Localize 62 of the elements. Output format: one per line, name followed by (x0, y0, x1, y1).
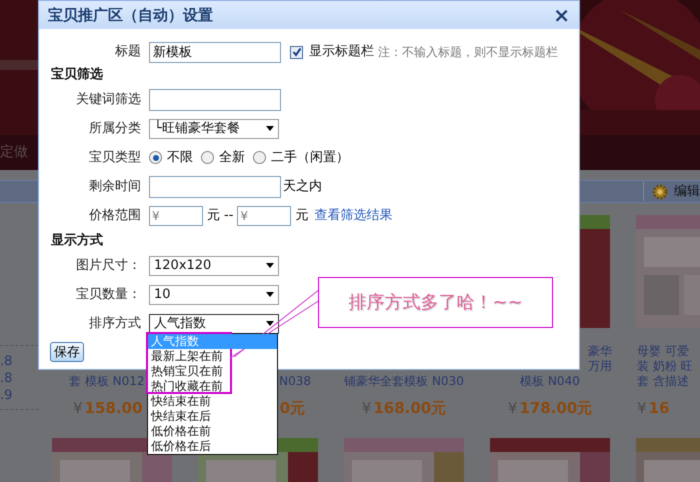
product-price: 0元 (280, 399, 305, 417)
dropdown-option[interactable]: 低价格在前 (148, 424, 277, 439)
caret-icon (266, 126, 274, 131)
currency-symbol: ¥ (637, 399, 647, 417)
dialog-title: 宝贝推广区（自动）设置 (48, 4, 213, 26)
dropdown-select[interactable]: 人气指数 (149, 314, 279, 334)
field-label: 标题 (114, 43, 141, 62)
max-price-field[interactable]: ¥ (237, 206, 292, 226)
product-price: 168.00元 (373, 399, 446, 417)
field-label: 宝贝数量： (75, 286, 141, 304)
product-price: 158.00 (84, 399, 142, 417)
currency-symbol: ¥ (73, 399, 83, 417)
product-price: 16 (648, 399, 670, 417)
caret-icon (266, 263, 274, 268)
currency-symbol: ¥ (508, 399, 518, 417)
dropdown-select[interactable]: 10 (149, 284, 279, 304)
dropdown-option[interactable]: 最新上架在前 (148, 349, 277, 364)
field-label: 关键词筛选 (75, 90, 141, 109)
suffix-text: 天之内 (283, 178, 322, 196)
callout-text: 排序方式多了哈！~~ (348, 291, 523, 315)
dropdown-select[interactable]: └旺铺豪华套餐 (149, 118, 279, 138)
rating-text: .8 (0, 353, 14, 370)
section-heading: 显示方式 (50, 232, 104, 250)
title-input[interactable]: 新模板 (149, 42, 281, 62)
radio-option[interactable]: 二手（闲置） (253, 148, 349, 168)
dropdown-option[interactable]: 快结束在前 (148, 394, 277, 409)
dropdown-option[interactable]: 热销宝贝在前 (148, 364, 277, 379)
dropdown-option[interactable]: 低价格在后 (148, 439, 277, 454)
radio-option[interactable]: 不限 (149, 148, 193, 168)
section-heading: 宝贝筛选 (50, 66, 104, 84)
checkbox[interactable] (290, 46, 303, 58)
field-label: 排序方式 (88, 314, 141, 333)
caret-icon (266, 321, 274, 326)
field-label: 所属分类 (88, 120, 141, 138)
field-label: 剩余时间 (88, 178, 141, 196)
caret-icon (266, 292, 274, 297)
range-separator: -- (224, 206, 234, 225)
product-price: 178.00元 (519, 399, 592, 417)
close-button[interactable]: × (553, 5, 570, 25)
rating-text: .8 (0, 370, 14, 387)
field-label: 图片尺寸： (75, 256, 141, 275)
radio-button[interactable] (253, 151, 266, 164)
radio-button[interactable] (201, 151, 214, 164)
field-label: 宝贝类型 (88, 148, 141, 167)
checkbox-label[interactable]: 显示标题栏 (309, 42, 374, 62)
text-input[interactable] (149, 88, 281, 110)
radio-option[interactable]: 全新 (201, 148, 245, 168)
field-label: 价格范围 (88, 206, 141, 225)
note-text: 注：不输入标题，则不显示标题栏 (378, 44, 558, 61)
dropdown-option[interactable]: 热门收藏在前 (148, 379, 277, 394)
radio-button[interactable] (149, 151, 162, 164)
currency-symbol: ¥ (362, 399, 372, 417)
save-button[interactable]: 保存 (50, 342, 84, 362)
unit-text: 元 (295, 206, 308, 225)
view-results-link[interactable]: 查看筛选结果 (314, 206, 392, 226)
gear-icon (652, 184, 668, 200)
dropdown-option[interactable]: 快结束在后 (148, 409, 277, 424)
dropdown-select[interactable]: 120x120 (149, 256, 279, 276)
text-input[interactable] (149, 176, 281, 198)
rating-text: .9 (0, 387, 14, 404)
min-price-field[interactable]: ¥ (149, 206, 203, 226)
unit-text: 元 (207, 206, 220, 225)
